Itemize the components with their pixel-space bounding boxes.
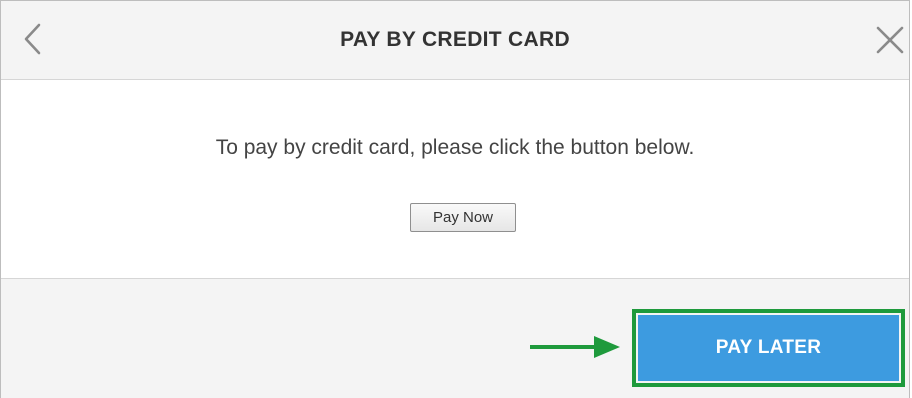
dialog-title: PAY BY CREDIT CARD [340,28,570,51]
pay-later-button[interactable]: PAY LATER [638,315,899,381]
dialog-header: PAY BY CREDIT CARD [1,1,909,80]
dialog-footer: PAY LATER [1,279,909,398]
close-icon [876,26,904,54]
arrow-right-icon [530,336,620,358]
payment-dialog: PAY BY CREDIT CARD To pay by credit card… [0,0,910,398]
close-button[interactable] [873,23,907,57]
dialog-body: To pay by credit card, please click the … [1,80,909,279]
pay-now-button[interactable]: Pay Now [410,203,516,232]
instruction-text: To pay by credit card, please click the … [215,136,695,159]
pay-later-highlight: PAY LATER [632,309,905,387]
